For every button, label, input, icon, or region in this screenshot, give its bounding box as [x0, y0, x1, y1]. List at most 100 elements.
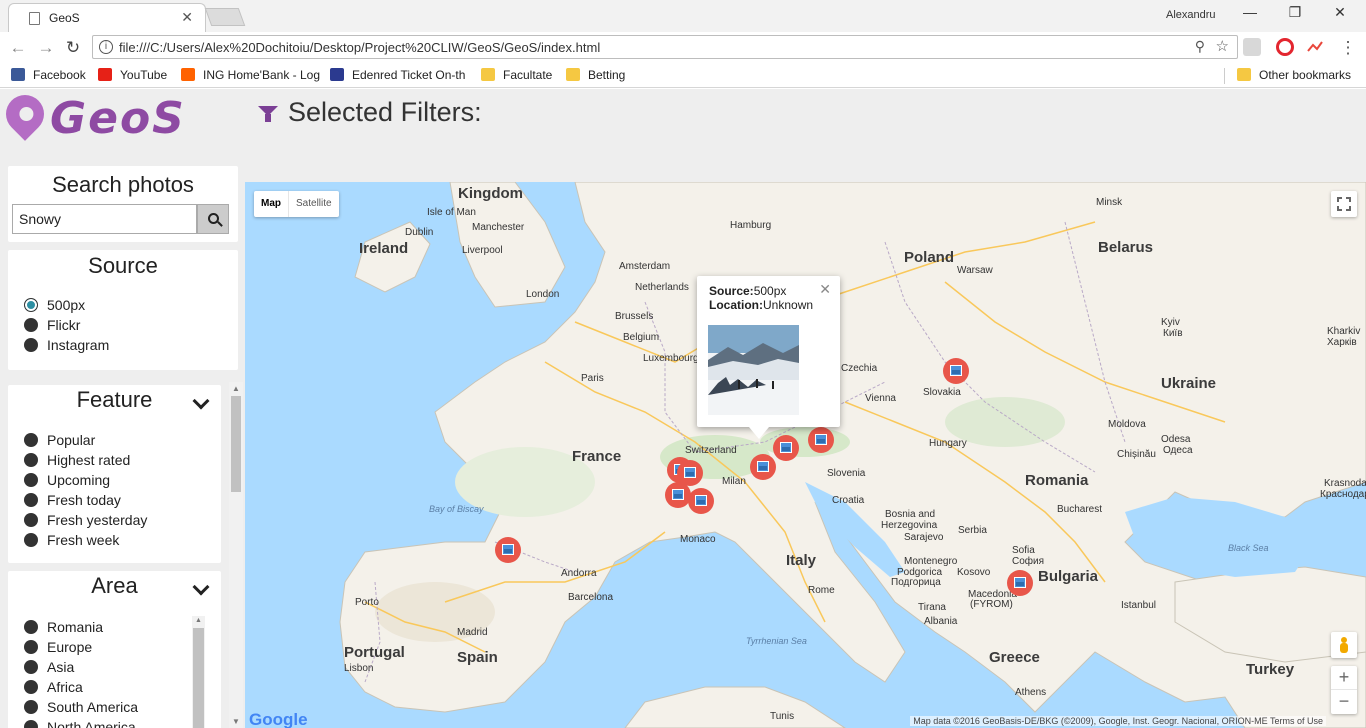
photo-marker[interactable]	[943, 358, 969, 384]
zoom-icon[interactable]: ⚲	[1195, 38, 1205, 55]
zoom-in-button[interactable]: +	[1331, 666, 1357, 690]
map-label-city: Madrid	[457, 627, 488, 638]
photo-marker[interactable]	[495, 537, 521, 563]
image-icon-mountain	[952, 370, 960, 374]
scroll-up-icon[interactable]: ▲	[195, 617, 202, 624]
feature-card: Feature Popular Highest rated Upcoming F…	[8, 385, 221, 563]
area-list-scrollbar[interactable]: ▲	[192, 616, 205, 728]
url-text[interactable]: file:///C:/Users/Alex%20Dochitoiu/Deskto…	[119, 40, 600, 55]
address-bar[interactable]: i file:///C:/Users/Alex%20Dochitoiu/Desk…	[92, 35, 1238, 59]
browser-tab[interactable]: GeoS ✕	[8, 3, 206, 32]
radio-selected-icon	[24, 298, 38, 312]
radio-label: Fresh week	[47, 532, 120, 548]
radio-label: Asia	[47, 659, 75, 675]
restore-button[interactable]: ❐	[1283, 4, 1307, 24]
photo-marker[interactable]	[1007, 570, 1033, 596]
tab-close-icon[interactable]: ✕	[181, 9, 193, 26]
map-label-city: Odesa	[1161, 434, 1191, 445]
google-logo[interactable]: Google	[249, 710, 308, 728]
image-icon-mountain	[697, 500, 705, 504]
extension-opera-icon[interactable]	[1276, 38, 1294, 56]
map-label-city: Albania	[924, 616, 958, 627]
other-bookmarks[interactable]: Other bookmarks	[1237, 68, 1351, 84]
bookmark-label: Other bookmarks	[1259, 68, 1352, 82]
photo-marker[interactable]	[688, 488, 714, 514]
bookmark-facebook[interactable]: Facebook	[11, 68, 86, 84]
search-button[interactable]	[197, 204, 229, 234]
back-button[interactable]: ←	[8, 38, 28, 58]
bookmark-ing[interactable]: ING Home'Bank - Log	[181, 68, 320, 84]
pegman-body	[1340, 643, 1348, 653]
image-icon-mountain	[686, 472, 694, 476]
radio-label: Fresh yesterday	[47, 512, 148, 528]
zoom-out-button[interactable]: −	[1331, 690, 1357, 714]
sidebar-scrollbar[interactable]: ▲ ▼	[229, 382, 243, 728]
extension-chart-icon[interactable]	[1306, 38, 1324, 56]
map-label-city: Istanbul	[1121, 600, 1157, 611]
map-label-city: Hamburg	[730, 220, 772, 231]
map-label-country: Bulgaria	[1038, 568, 1099, 585]
map-label-country: France	[572, 448, 622, 465]
map-canvas[interactable]: Kingdom Isle of Man Dublin Ireland Mancheste…	[245, 182, 1366, 728]
extension-pdf-icon[interactable]	[1243, 38, 1261, 56]
scrollbar-thumb[interactable]	[231, 396, 241, 492]
bookmarks-bar: Facebook YouTube ING Home'Bank - Log Ede…	[0, 64, 1366, 88]
map-type-map-button[interactable]: Map	[254, 191, 289, 217]
forward-button[interactable]: →	[36, 38, 56, 58]
image-icon	[1014, 577, 1026, 588]
popup-source-line: Source:500px	[709, 284, 786, 298]
feature-title: Feature	[76, 387, 153, 412]
map-label-sea: Tyrrhenian Sea	[746, 636, 807, 646]
bookmark-edenred[interactable]: Edenred Ticket On-th	[330, 68, 465, 84]
photo-marker[interactable]	[750, 454, 776, 480]
map-label-city: Czechia	[841, 363, 878, 374]
radio-label: Instagram	[47, 337, 110, 353]
chart-icon	[1307, 41, 1323, 52]
map-label-city: Montenegro	[904, 556, 958, 567]
scrollbar-thumb[interactable]	[193, 628, 204, 728]
close-icon[interactable]: ✕	[819, 281, 831, 298]
bookmark-folder-facultate[interactable]: Facultate	[481, 68, 552, 84]
geos-logo[interactable]: GeoS	[0, 87, 204, 155]
map-label-city: Serbia	[958, 525, 987, 536]
map-label-city: Sarajevo	[904, 532, 944, 543]
bookmark-label: Facultate	[503, 68, 553, 82]
fullscreen-button[interactable]	[1331, 191, 1357, 217]
snowy-photo-thumbnail[interactable]	[708, 325, 799, 415]
map-label-city: Andorra	[561, 568, 597, 579]
popup-location-value: Unknown	[763, 298, 814, 312]
map-label-city: София	[1012, 556, 1045, 567]
map-type-satellite-button[interactable]: Satellite	[289, 191, 339, 217]
bookmark-folder-betting[interactable]: Betting	[566, 68, 625, 84]
map-label-city: Rome	[808, 585, 835, 596]
bookmark-label: Betting	[588, 68, 626, 82]
street-view-pegman-icon[interactable]	[1331, 632, 1357, 658]
search-input[interactable]	[12, 204, 197, 234]
photo-marker[interactable]	[665, 482, 691, 508]
logo-text: GeoS	[50, 93, 186, 144]
info-icon[interactable]: i	[99, 40, 113, 54]
bookmark-star-icon[interactable]: ☆	[1216, 37, 1229, 55]
photo-image	[708, 325, 799, 415]
map-label-country: Romania	[1025, 472, 1089, 489]
radio-label: Popular	[47, 432, 96, 448]
minimize-button[interactable]: —	[1238, 4, 1262, 24]
photo-info-window: ✕ Source:500px Location:Unknown	[697, 276, 840, 439]
scroll-down-icon[interactable]: ▼	[232, 717, 240, 726]
map-label-city: Krasnodar	[1324, 478, 1366, 489]
reload-button[interactable]: ↻	[63, 38, 83, 58]
map-label-city: Barcelona	[568, 592, 614, 603]
map-label-country: Belarus	[1098, 239, 1154, 256]
map-label-country: Ireland	[359, 240, 409, 257]
radio-icon	[24, 493, 38, 507]
new-tab-button[interactable]	[204, 8, 246, 26]
source-card: Source 500px Flickr Instagram	[8, 250, 238, 370]
bookmark-youtube[interactable]: YouTube	[98, 68, 167, 84]
radio-icon	[24, 473, 38, 487]
browser-menu-icon[interactable]: ⋮	[1338, 38, 1358, 58]
scroll-up-icon[interactable]: ▲	[232, 384, 240, 393]
close-window-button[interactable]: ✕	[1328, 4, 1352, 24]
photo-marker[interactable]	[773, 435, 799, 461]
photo-marker[interactable]	[808, 427, 834, 453]
profile-name[interactable]: Alexandru	[1166, 9, 1216, 21]
